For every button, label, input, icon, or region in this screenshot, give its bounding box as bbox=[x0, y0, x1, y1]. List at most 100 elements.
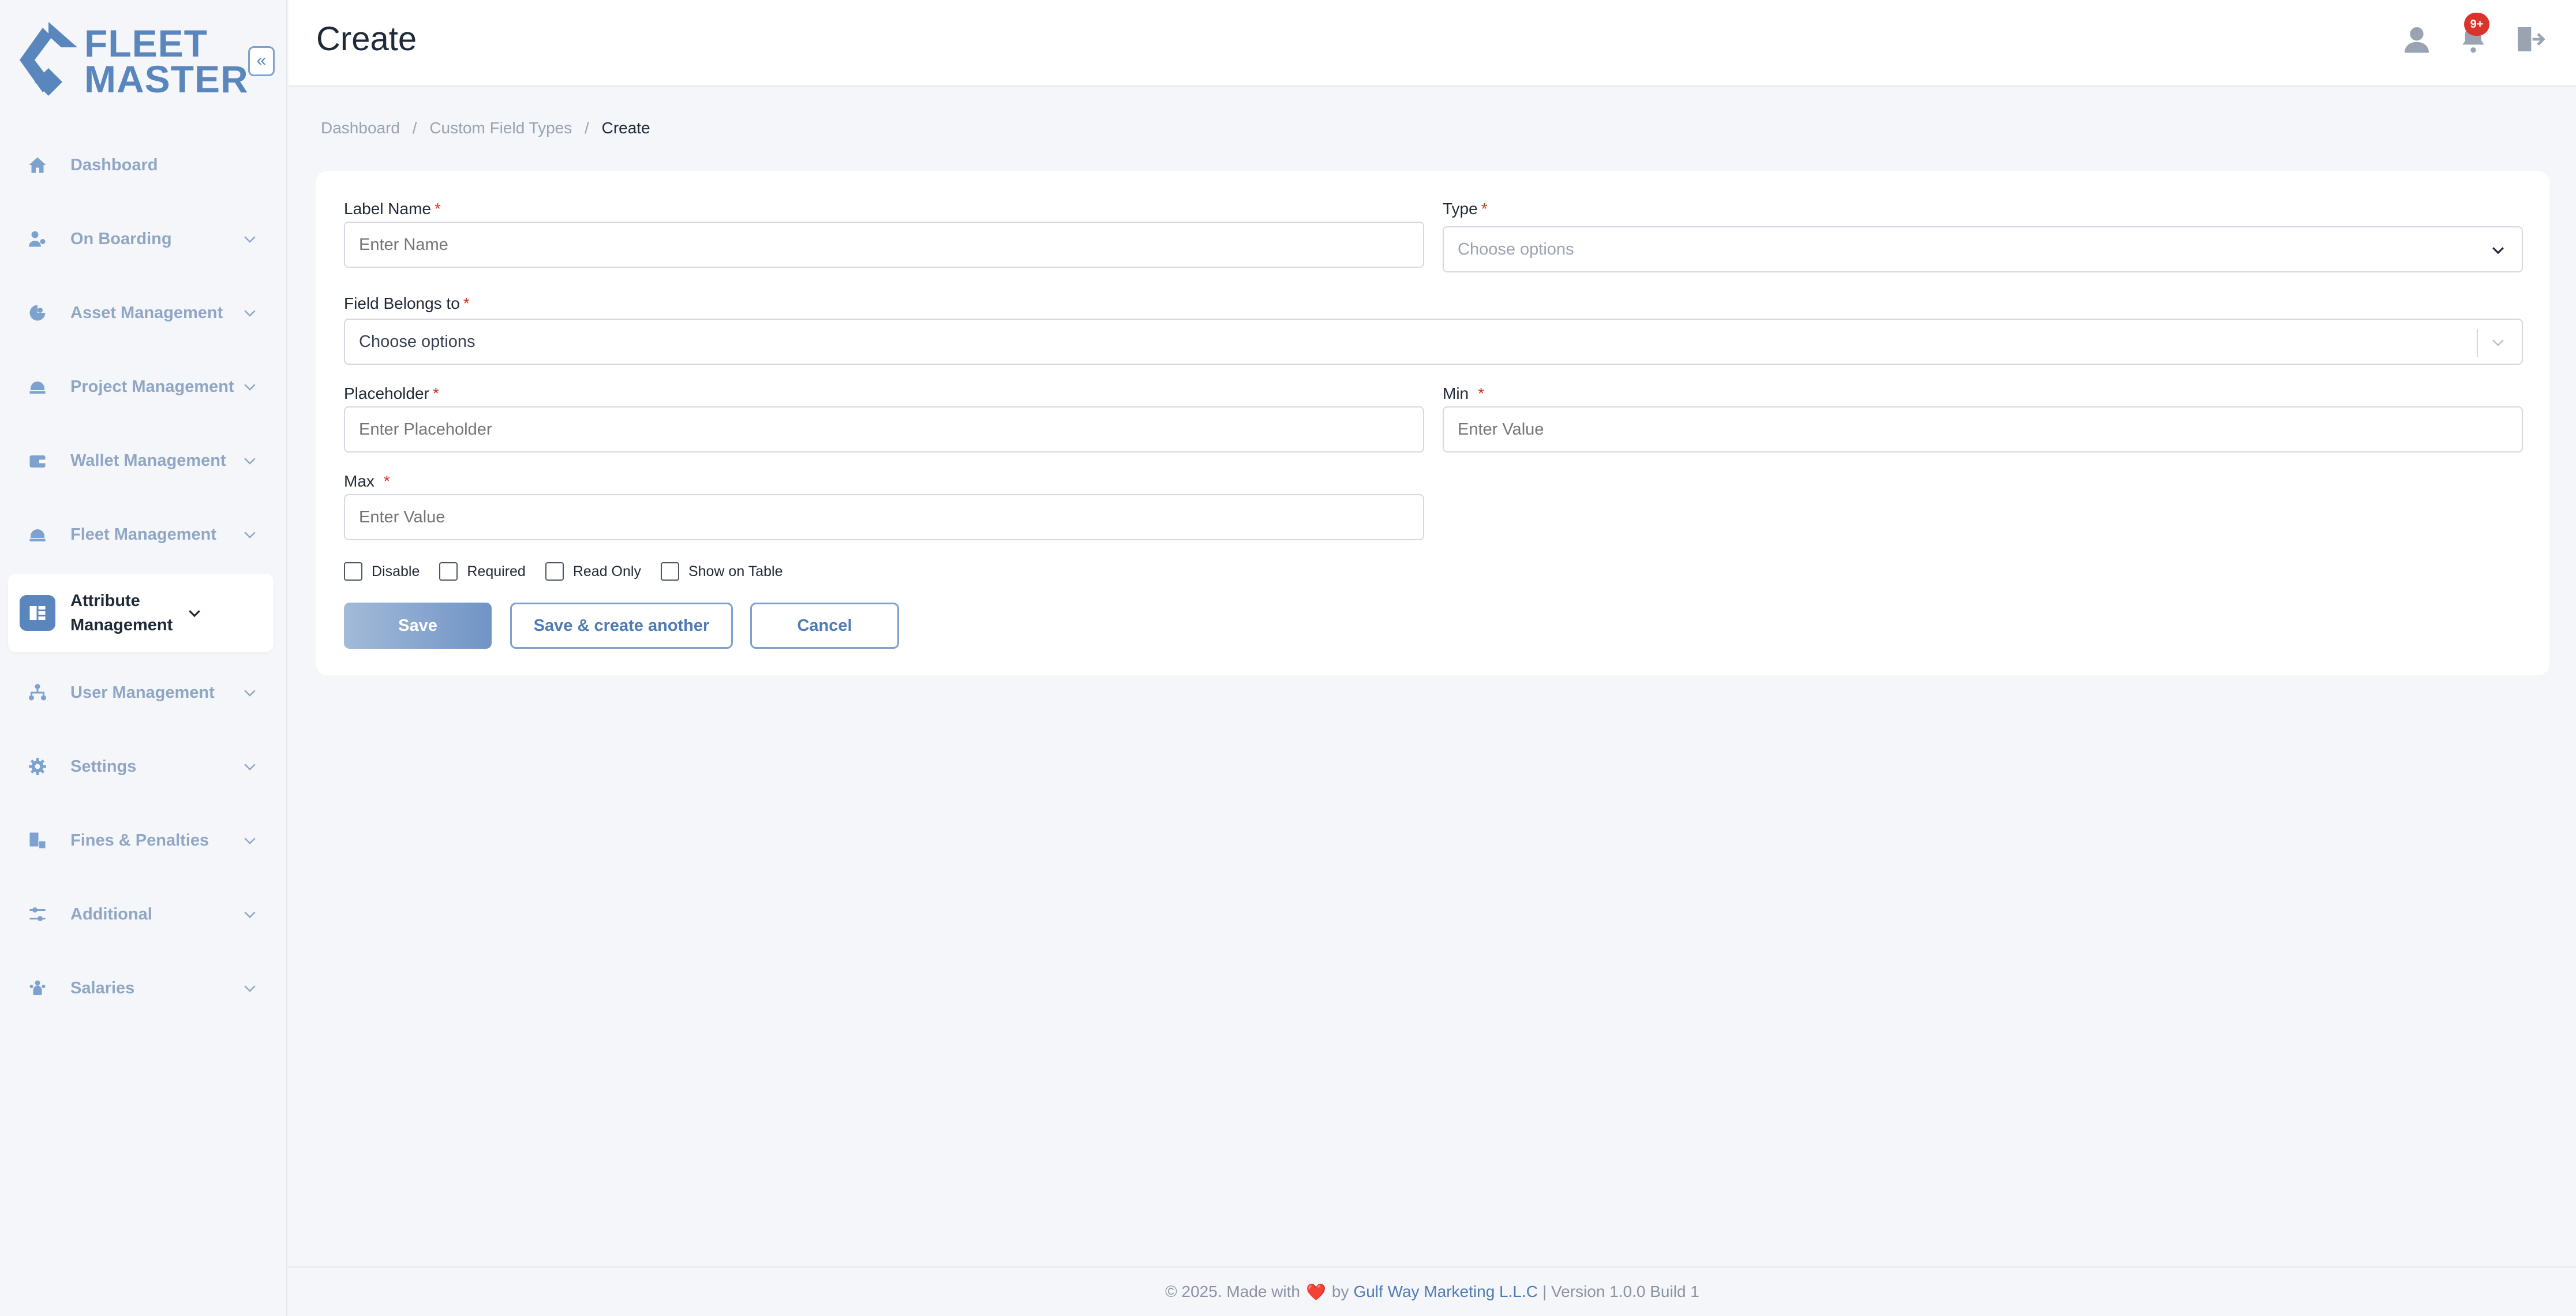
chevron-down-icon bbox=[2492, 339, 2504, 346]
logo-text: FLEET MASTER bbox=[84, 22, 249, 100]
min-input[interactable] bbox=[1443, 406, 2523, 453]
sidebar-item-label: Fines & Penalties bbox=[70, 831, 209, 850]
type-label-text: Type bbox=[1443, 200, 1478, 218]
show-on-table-checkbox[interactable]: Show on Table bbox=[660, 562, 783, 581]
app-logo[interactable]: FLEET MASTER bbox=[20, 22, 248, 103]
gauge-icon bbox=[20, 295, 55, 331]
sidebar-item-label: Salaries bbox=[70, 978, 135, 997]
sidebar-item-label: Settings bbox=[70, 757, 137, 776]
required-marker: * bbox=[463, 294, 470, 312]
save-create-another-button[interactable]: Save & create another bbox=[510, 603, 733, 649]
page-title: Create bbox=[316, 20, 417, 58]
chevron-down-icon bbox=[244, 911, 256, 918]
breadcrumb-item-dashboard[interactable]: Dashboard bbox=[321, 119, 400, 137]
chevron-down-icon bbox=[244, 838, 256, 844]
cancel-button[interactable]: Cancel bbox=[750, 603, 899, 649]
checkbox-box[interactable] bbox=[660, 562, 679, 581]
sidebar-item-attribute-management[interactable]: Attribute Management bbox=[8, 574, 274, 652]
placeholder-input[interactable] bbox=[344, 406, 1424, 453]
checkbox-box[interactable] bbox=[344, 562, 362, 581]
chevron-down-icon bbox=[244, 458, 256, 465]
breadcrumb: Dashboard / Custom Field Types / Create bbox=[321, 119, 658, 137]
required-marker: * bbox=[1478, 384, 1485, 402]
required-checkbox[interactable]: Required bbox=[439, 562, 526, 581]
min-label-text: Min bbox=[1443, 384, 1469, 402]
checkbox-box[interactable] bbox=[439, 562, 458, 581]
chevron-down-icon bbox=[244, 532, 256, 539]
sidebar-item-salaries[interactable]: Salaries bbox=[8, 959, 274, 1017]
user-profile-icon[interactable] bbox=[2401, 23, 2433, 55]
home-icon bbox=[20, 147, 55, 183]
checkbox-label: Disable bbox=[372, 563, 420, 580]
logo-mark-icon bbox=[20, 22, 77, 96]
sliders-icon bbox=[20, 896, 55, 932]
hardhat-icon bbox=[20, 369, 55, 405]
chevron-down-icon bbox=[244, 236, 256, 243]
max-input[interactable] bbox=[344, 494, 1424, 540]
breadcrumb-item-custom-field-types[interactable]: Custom Field Types bbox=[429, 119, 572, 137]
logo-line-2: MASTER bbox=[84, 58, 249, 100]
logout-icon[interactable] bbox=[2514, 23, 2546, 55]
sidebar-item-project-management[interactable]: Project Management bbox=[8, 358, 274, 416]
footer-company-link[interactable]: Gulf Way Marketing L.L.C bbox=[1353, 1283, 1538, 1301]
org-chart-icon bbox=[20, 675, 55, 711]
sidebar-item-label: Dashboard bbox=[70, 155, 158, 174]
read-only-checkbox[interactable]: Read Only bbox=[545, 562, 641, 581]
sidebar-item-label: On Boarding bbox=[70, 229, 172, 248]
field-belongs-to-label-text: Field Belongs to bbox=[344, 294, 460, 312]
placeholder-label: Placeholder * bbox=[344, 384, 439, 403]
sidebar-collapse-button[interactable]: « bbox=[248, 46, 275, 76]
chevron-down-icon bbox=[244, 985, 256, 992]
chevron-down-icon bbox=[244, 310, 256, 317]
sidebar-item-asset-management[interactable]: Asset Management bbox=[8, 284, 274, 342]
sidebar-item-on-boarding[interactable]: On Boarding bbox=[8, 210, 274, 268]
disable-checkbox[interactable]: Disable bbox=[344, 562, 420, 581]
sidebar-item-label: User Management bbox=[70, 683, 215, 702]
max-label-text: Max bbox=[344, 472, 375, 490]
chevron-down-icon bbox=[244, 764, 256, 771]
sidebar-item-fines-penalties[interactable]: Fines & Penalties bbox=[8, 812, 274, 869]
sidebar-item-label: Additional bbox=[70, 904, 152, 924]
type-select-value: Choose options bbox=[1458, 240, 1574, 259]
save-button[interactable]: Save bbox=[344, 603, 492, 649]
chevron-down-icon bbox=[2492, 247, 2504, 255]
field-belongs-to-select[interactable]: Choose options bbox=[344, 319, 2523, 365]
people-icon bbox=[20, 970, 55, 1006]
checkbox-box[interactable] bbox=[545, 562, 564, 581]
checkbox-label: Show on Table bbox=[688, 563, 783, 580]
sidebar-item-additional[interactable]: Additional bbox=[8, 885, 274, 943]
footer: © 2025. Made with ❤️ by Gulf Way Marketi… bbox=[289, 1266, 2576, 1316]
footer-by: by bbox=[1331, 1283, 1349, 1300]
min-label: Min * bbox=[1443, 384, 1484, 403]
chevron-down-icon bbox=[189, 610, 200, 618]
sidebar-item-label: Attribute Management bbox=[70, 592, 173, 634]
hardhat-icon bbox=[20, 517, 55, 552]
sidebar-item-settings[interactable]: Settings bbox=[8, 738, 274, 795]
sidebar-item-label: Wallet Management bbox=[70, 451, 226, 470]
breadcrumb-separator: / bbox=[585, 119, 589, 137]
breadcrumb-separator: / bbox=[412, 119, 417, 137]
sidebar-item-dashboard[interactable]: Dashboard bbox=[8, 136, 274, 194]
type-select[interactable]: Choose options bbox=[1443, 226, 2523, 272]
fines-icon bbox=[20, 822, 55, 858]
footer-prefix: © 2025. Made with bbox=[1165, 1283, 1300, 1300]
label-name-label: Label Name * bbox=[344, 200, 441, 218]
user-onboard-icon bbox=[20, 221, 55, 257]
chevron-down-icon bbox=[244, 690, 256, 697]
breadcrumb-item-current: Create bbox=[601, 119, 650, 137]
max-label: Max * bbox=[344, 472, 390, 491]
label-name-input[interactable] bbox=[344, 222, 1424, 268]
sidebar-item-fleet-management[interactable]: Fleet Management bbox=[8, 506, 274, 563]
attribute-icon bbox=[20, 595, 55, 631]
sidebar-item-user-management[interactable]: User Management bbox=[8, 664, 274, 721]
notification-badge: 9+ bbox=[2464, 13, 2489, 36]
label-name-label-text: Label Name bbox=[344, 200, 431, 218]
chevron-down-icon bbox=[244, 384, 256, 391]
sidebar-item-wallet-management[interactable]: Wallet Management bbox=[8, 432, 274, 489]
sidebar: FLEET MASTER « Dashboard On Boarding Ass… bbox=[0, 0, 287, 1316]
sidebar-item-label: Fleet Management bbox=[70, 525, 216, 544]
required-marker: * bbox=[1481, 200, 1488, 218]
logo-line-1: FLEET bbox=[84, 22, 208, 65]
required-marker: * bbox=[432, 384, 439, 402]
checkbox-label: Read Only bbox=[572, 563, 641, 580]
